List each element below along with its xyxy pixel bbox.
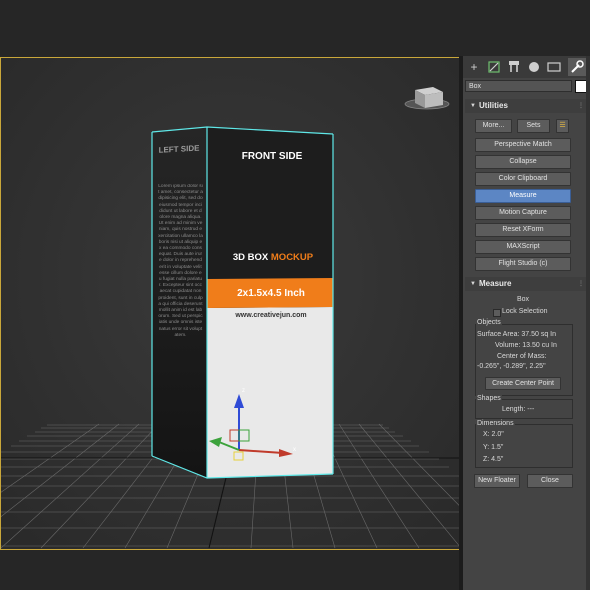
- mockup-heading-orange: MOCKUP: [271, 252, 314, 263]
- command-panel: + Box ▼ Utilities ⋮ More... Sets ☰ Persp…: [463, 56, 590, 590]
- panel-scrollbar[interactable]: [586, 56, 590, 590]
- dimensions-group-title: Dimensions: [476, 420, 515, 427]
- top-toolbar-area: [0, 0, 590, 56]
- close-button[interactable]: Close: [527, 474, 573, 488]
- command-panel-tabs: +: [463, 56, 590, 78]
- utilities-title: Utilities: [479, 101, 508, 110]
- motion-tab-icon[interactable]: [525, 58, 543, 76]
- shapes-group-title: Shapes: [476, 395, 502, 402]
- create-tab-icon[interactable]: +: [465, 58, 483, 76]
- configure-sets-icon[interactable]: ☰: [556, 119, 569, 133]
- object-name-field[interactable]: Box: [465, 80, 572, 92]
- perspective-viewport[interactable]: LEFT SIDE Lorem ipsum dolor sit amet, co…: [0, 57, 460, 550]
- mockup-heading: 3D BOX MOCKUP: [233, 252, 314, 263]
- volume-readout: Volume: 13.50 cu In: [495, 342, 557, 349]
- measured-object-name: Box: [517, 296, 530, 303]
- perspective-match-button[interactable]: Perspective Match: [475, 138, 571, 152]
- rollout-collapse-arrow-icon: ▼: [470, 103, 476, 109]
- lock-selection-checkbox[interactable]: [493, 309, 501, 317]
- rollout-collapse-arrow-icon: ▼: [470, 281, 476, 287]
- mockup-heading-white: 3D BOX: [233, 252, 271, 263]
- dimension-y-readout: Y: 1.5": [483, 444, 504, 451]
- color-clipboard-button[interactable]: Color Clipboard: [475, 172, 571, 186]
- rollout-grip-icon: ⋮: [578, 281, 584, 287]
- viewport-scene[interactable]: LEFT SIDE Lorem ipsum dolor sit amet, co…: [1, 58, 459, 549]
- display-tab-icon[interactable]: [545, 58, 563, 76]
- gizmo-x-label: x: [293, 447, 296, 453]
- objects-group-title: Objects: [476, 319, 502, 326]
- length-readout: Length: ---: [502, 406, 535, 413]
- lock-selection-label: Lock Selection: [502, 308, 548, 315]
- left-side-text: Lorem ipsum dolor sit amet, consectetur …: [158, 184, 203, 338]
- maxscript-button[interactable]: MAXScript: [475, 240, 571, 254]
- left-side-text-block: Lorem ipsum dolor sit amet, consectetur …: [158, 184, 203, 338]
- collapse-button[interactable]: Collapse: [475, 155, 571, 169]
- surface-area-readout: Surface Area: 37.50 sq In: [477, 331, 556, 338]
- flight-studio-button[interactable]: Flight Studio (c): [475, 257, 571, 271]
- reset-xform-button[interactable]: Reset XForm: [475, 223, 571, 237]
- box-mockup[interactable]: LEFT SIDE Lorem ipsum dolor sit amet, co…: [151, 126, 334, 479]
- front-side-title: FRONT SIDE: [242, 151, 303, 162]
- utilities-rollout-header[interactable]: ▼ Utilities ⋮: [465, 99, 588, 113]
- rollout-grip-icon: ⋮: [578, 103, 584, 109]
- new-floater-button[interactable]: New Floater: [474, 474, 520, 488]
- more-button[interactable]: More...: [475, 119, 512, 133]
- dimension-z-readout: Z: 4.5": [483, 456, 504, 463]
- sets-button[interactable]: Sets: [517, 119, 550, 133]
- measure-title: Measure: [479, 279, 512, 288]
- gizmo-z-label: z: [242, 388, 245, 394]
- box-size-label: 2x1.5x4.5 Inch: [237, 288, 305, 299]
- measure-rollout-header[interactable]: ▼ Measure ⋮: [465, 277, 588, 291]
- utilities-tab-wrench-icon[interactable]: [568, 58, 586, 76]
- modify-tab-icon[interactable]: [485, 58, 503, 76]
- motion-capture-button[interactable]: Motion Capture: [475, 206, 571, 220]
- hierarchy-tab-icon[interactable]: [505, 58, 523, 76]
- website-label: www.creativejun.com: [234, 312, 306, 319]
- measure-button[interactable]: Measure: [475, 189, 571, 203]
- dimension-x-readout: X: 2.0": [483, 431, 504, 438]
- center-of-mass-label: Center of Mass:: [497, 353, 547, 360]
- create-center-point-button[interactable]: Create Center Point: [485, 377, 561, 390]
- center-of-mass-readout: -0.265", -0.289", 2.25": [477, 363, 546, 370]
